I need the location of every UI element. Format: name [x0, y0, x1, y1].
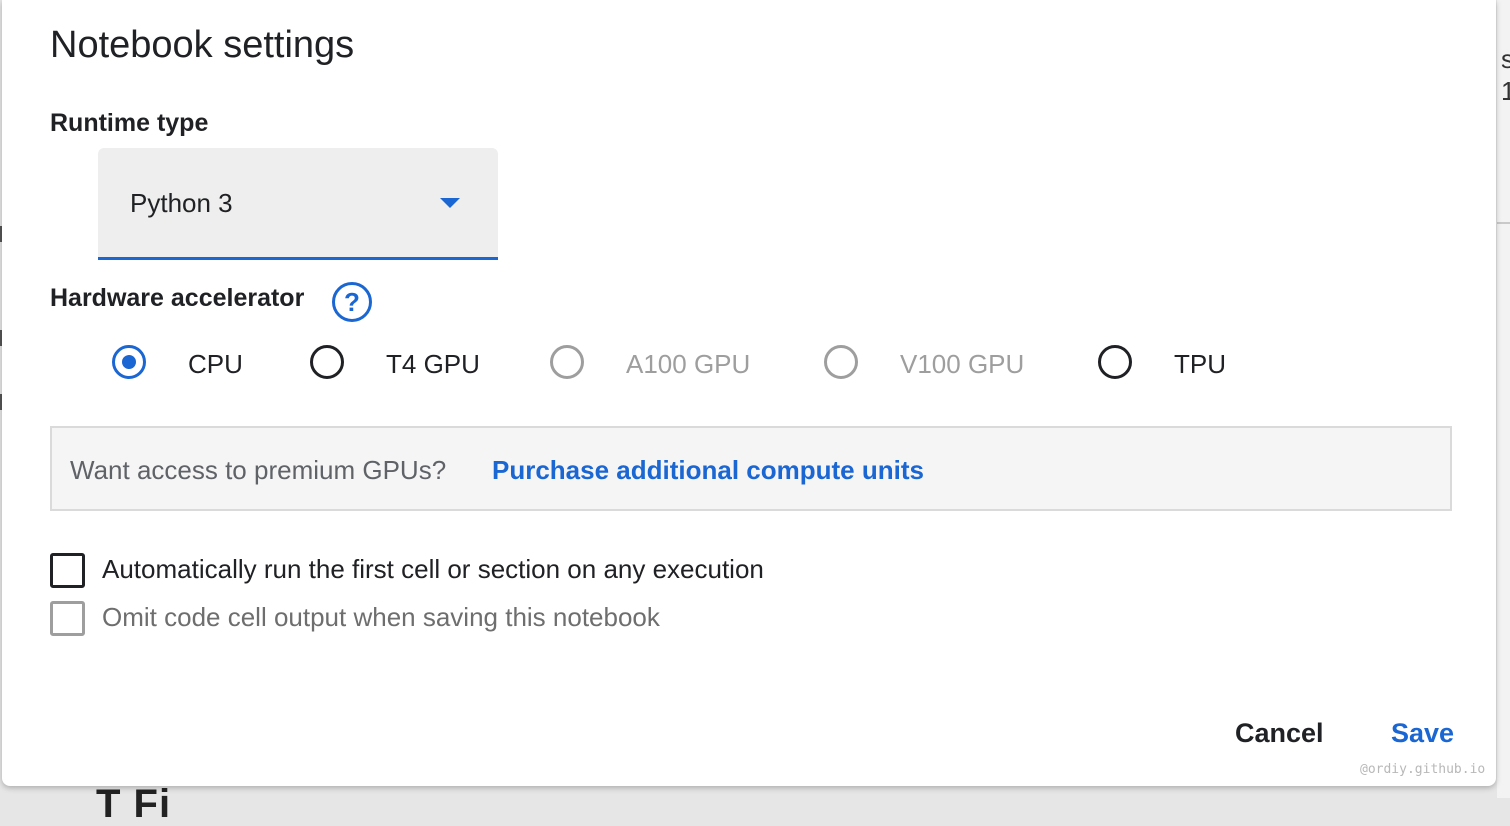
checkbox-disabled-icon: [50, 601, 85, 636]
runtime-type-label: Runtime type: [50, 109, 209, 137]
dialog-title: Notebook settings: [50, 24, 355, 66]
save-button[interactable]: Save: [1391, 718, 1454, 749]
radio-disabled-icon: [824, 345, 858, 379]
cancel-button[interactable]: Cancel: [1235, 718, 1324, 749]
checkbox-label: Automatically run the first cell or sect…: [102, 554, 764, 584]
accelerator-label: A100 GPU: [626, 349, 751, 379]
radio-selected-icon: [112, 345, 146, 379]
accelerator-label: CPU: [188, 349, 243, 379]
accelerator-label: TPU: [1174, 349, 1226, 379]
runtime-type-select[interactable]: Python 3: [98, 148, 498, 260]
background-text-fragment: s: [1501, 44, 1510, 74]
radio-disabled-icon: [550, 345, 584, 379]
background-heading: T Fi: [96, 782, 172, 826]
background-page-edge: s 1: [1497, 0, 1510, 798]
notebook-settings-dialog: Notebook settings Runtime type Python 3 …: [2, 0, 1496, 786]
premium-gpu-prompt: Want access to premium GPUs?: [70, 455, 447, 485]
hardware-accelerator-label: Hardware accelerator: [50, 284, 305, 312]
runtime-type-value: Python 3: [130, 188, 233, 218]
checkbox-unchecked-icon: [50, 553, 85, 588]
purchase-compute-units-link[interactable]: Purchase additional compute units: [492, 455, 924, 486]
background-text-fragment: 1: [1501, 76, 1510, 106]
help-icon[interactable]: ?: [332, 282, 372, 322]
dropdown-arrow-icon: [440, 198, 460, 208]
accelerator-label: T4 GPU: [386, 349, 480, 379]
radio-unselected-icon: [310, 345, 344, 379]
checkbox-label: Omit code cell output when saving this n…: [102, 602, 660, 632]
radio-unselected-icon: [1098, 345, 1132, 379]
background-divider: [1497, 222, 1510, 224]
premium-gpu-banner: Want access to premium GPUs? Purchase ad…: [50, 426, 1452, 511]
watermark: @ordiy.github.io: [1360, 762, 1486, 777]
accelerator-label: V100 GPU: [900, 349, 1025, 379]
